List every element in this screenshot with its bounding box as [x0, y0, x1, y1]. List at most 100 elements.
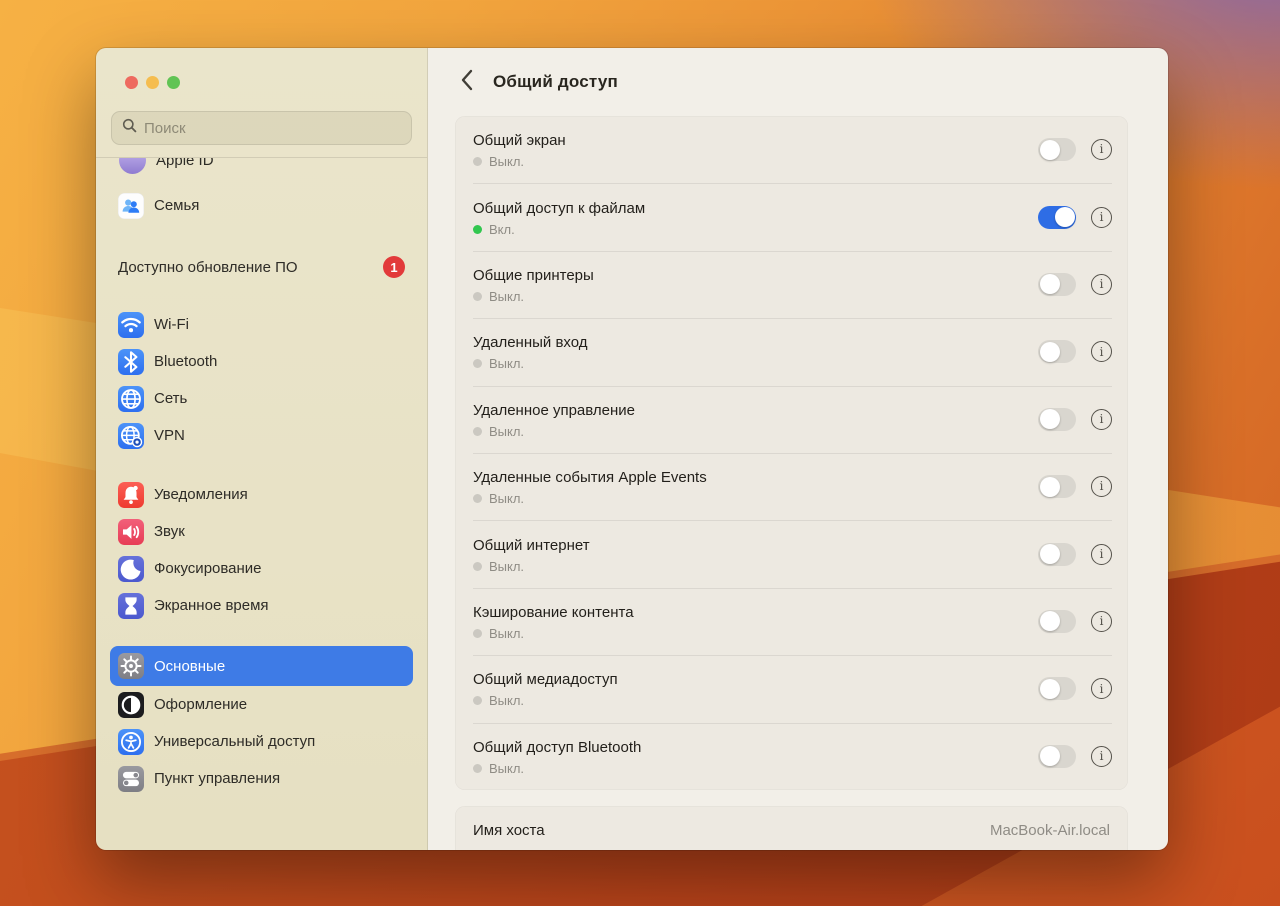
sharing-services-list: Общий экранВыкл.iОбщий доступ к файламВк… [455, 116, 1128, 790]
sidebar-item-notifications[interactable]: Уведомления [110, 476, 413, 513]
service-row-screen-sharing: Общий экранВыкл.i [455, 116, 1128, 183]
toggle-knob [1040, 544, 1060, 564]
service-row-remote-apple-events: Удаленные события Apple Events Выкл. i [455, 453, 1128, 520]
service-toggle-media-sharing[interactable] [1038, 677, 1076, 700]
service-label: Удаленные события Apple Events [473, 469, 1038, 486]
toggle-knob [1040, 274, 1060, 294]
service-status: Выкл. [473, 559, 1038, 574]
service-text: Удаленное управление Выкл. [473, 400, 1038, 439]
service-toggle-remote-login[interactable] [1038, 340, 1076, 363]
service-label: Общий медиадоступ [473, 671, 1038, 688]
wifi-icon [118, 312, 144, 338]
info-icon[interactable]: i [1091, 207, 1112, 228]
status-dot-off [473, 562, 482, 571]
toggle-knob [1040, 409, 1060, 429]
sidebar-item-screen-time[interactable]: Экранное время [110, 587, 413, 624]
info-icon[interactable]: i [1091, 611, 1112, 632]
vpn-globe-icon [118, 423, 144, 449]
sidebar-item-apple-id[interactable]: Apple ID [111, 158, 412, 181]
sidebar-item-network[interactable]: Сеть [110, 380, 413, 417]
service-label: Общий доступ Bluetooth [473, 739, 1038, 756]
info-icon[interactable]: i [1091, 476, 1112, 497]
service-toggle-content-caching[interactable] [1038, 610, 1076, 633]
sidebar: Поиск Apple ID Семья Доступно обновление… [96, 48, 428, 850]
info-icon[interactable]: i [1091, 409, 1112, 430]
toggle-knob [1040, 342, 1060, 362]
info-icon[interactable]: i [1091, 746, 1112, 767]
service-toggle-file-sharing[interactable] [1038, 206, 1076, 229]
info-icon[interactable]: i [1091, 678, 1112, 699]
window-controls [110, 48, 413, 111]
bluetooth-icon [118, 349, 144, 375]
service-toggle-screen-sharing[interactable] [1038, 138, 1076, 161]
service-status: Выкл. [473, 424, 1038, 439]
toggle-knob [1040, 140, 1060, 160]
service-label: Общий доступ к файлам [473, 200, 1038, 217]
sidebar-item-software-update[interactable]: Доступно обновление ПО 1 [110, 250, 413, 284]
page-title: Общий доступ [493, 72, 618, 92]
service-status: Выкл. [473, 154, 1038, 169]
sidebar-item-label: Экранное время [154, 597, 269, 614]
service-label: Общие принтеры [473, 267, 1038, 284]
service-label: Общий интернет [473, 537, 1038, 554]
sidebar-item-focus[interactable]: Фокусирование [110, 550, 413, 587]
service-row-printer-sharing: Общие принтерыВыкл.i [455, 251, 1128, 318]
sidebar-item-label: Уведомления [154, 486, 248, 503]
sidebar-item-label: Семья [154, 197, 199, 214]
close-window-button[interactable] [125, 76, 138, 89]
minimize-window-button[interactable] [146, 76, 159, 89]
sidebar-item-vpn[interactable]: VPN [110, 417, 413, 454]
info-icon[interactable]: i [1091, 274, 1112, 295]
service-toggle-internet-sharing[interactable] [1038, 543, 1076, 566]
service-text: Общий доступ к файламВкл. [473, 198, 1038, 237]
service-toggle-remote-apple-events[interactable] [1038, 475, 1076, 498]
status-dot-off [473, 764, 482, 773]
service-toggle-remote-management[interactable] [1038, 408, 1076, 431]
service-toggle-printer-sharing[interactable] [1038, 273, 1076, 296]
chevron-left-icon [460, 69, 473, 96]
half-circle-icon [118, 692, 144, 718]
service-status: Выкл. [473, 491, 1038, 506]
sharing-pane: Общий доступ Общий экранВыкл.iОбщий дост… [428, 48, 1168, 850]
status-dot-off [473, 629, 482, 638]
hostname-value: MacBook-Air.local [990, 822, 1110, 839]
sidebar-item-family[interactable]: Семья [110, 187, 413, 224]
sidebar-item-appearance[interactable]: Оформление [110, 686, 413, 723]
status-dot-off [473, 494, 482, 503]
sidebar-item-control-center[interactable]: Пункт управления [110, 760, 413, 797]
service-status-text: Выкл. [489, 154, 524, 169]
sidebar-item-label: VPN [154, 427, 185, 444]
service-status-text: Выкл. [489, 693, 524, 708]
sidebar-item-bluetooth[interactable]: Bluetooth [110, 343, 413, 380]
update-count-badge: 1 [383, 256, 405, 278]
sidebar-item-general[interactable]: Основные [110, 646, 413, 686]
sidebar-item-label: Оформление [154, 696, 247, 713]
service-status-text: Выкл. [489, 626, 524, 641]
hostname-card: Имя хоста MacBook-Air.local [455, 806, 1128, 850]
service-status-text: Выкл. [489, 491, 524, 506]
info-icon[interactable]: i [1091, 139, 1112, 160]
service-text: Удаленные события Apple Events Выкл. [473, 467, 1038, 506]
status-dot-off [473, 359, 482, 368]
status-dot-off [473, 157, 482, 166]
service-text: Удаленный входВыкл. [473, 332, 1038, 371]
sidebar-item-wifi[interactable]: Wi-Fi [110, 306, 413, 343]
service-text: Общий медиадоступ Выкл. [473, 669, 1038, 708]
sidebar-item-label: Wi-Fi [154, 316, 189, 333]
info-icon[interactable]: i [1091, 544, 1112, 565]
service-toggle-bluetooth-sharing[interactable] [1038, 745, 1076, 768]
sidebar-item-label: Основные [154, 658, 225, 675]
sidebar-item-label: Звук [154, 523, 185, 540]
zoom-window-button[interactable] [167, 76, 180, 89]
sidebar-item-sound[interactable]: Звук [110, 513, 413, 550]
back-button[interactable] [454, 68, 478, 96]
info-icon[interactable]: i [1091, 341, 1112, 362]
service-label: Удаленное управление [473, 402, 1038, 419]
sidebar-item-accessibility[interactable]: Универсальный доступ [110, 723, 413, 760]
service-status: Выкл. [473, 626, 1038, 641]
speaker-icon [118, 519, 144, 545]
toggles-icon [118, 766, 144, 792]
service-row-bluetooth-sharing: Общий доступ BluetoothВыкл.i [455, 723, 1128, 790]
search-input[interactable]: Поиск [111, 111, 412, 145]
service-status: Выкл. [473, 356, 1038, 371]
